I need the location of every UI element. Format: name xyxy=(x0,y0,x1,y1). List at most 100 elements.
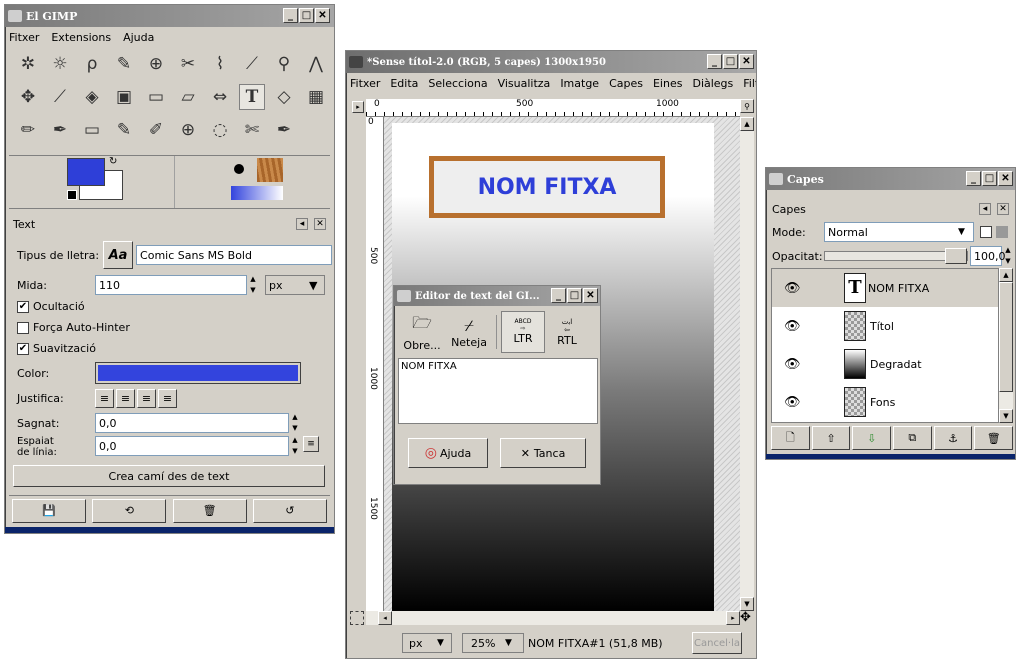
blend-tool-icon[interactable]: ▦ xyxy=(303,84,329,110)
brush-preview[interactable] xyxy=(234,164,244,174)
mode-select[interactable]: Normal ▼ xyxy=(824,222,974,242)
menu-selecciona[interactable]: Selecciona xyxy=(428,77,487,90)
text-tool-icon[interactable]: T xyxy=(239,84,265,110)
heal-tool-icon[interactable]: ✒ xyxy=(271,117,297,143)
quick-mask-icon[interactable] xyxy=(350,611,364,625)
layer-row[interactable]: 👁 T NOM FITXA xyxy=(772,269,998,307)
menu-ajuda[interactable]: Ajuda xyxy=(123,31,154,44)
navigate-icon[interactable]: ✥ xyxy=(740,611,754,625)
paintbrush-tool-icon[interactable]: ✒ xyxy=(47,117,73,143)
font-preview-button[interactable]: Aa xyxy=(103,241,134,269)
maximize-button[interactable]: □ xyxy=(723,54,738,69)
indent-spinner[interactable]: ▲ ▼ xyxy=(289,413,301,433)
eraser-tool-icon[interactable]: ▭ xyxy=(79,117,105,143)
unit-select[interactable]: px ▼ xyxy=(402,633,452,653)
shear-tool-icon[interactable]: ▱ xyxy=(175,84,201,110)
rotate-tool-icon[interactable]: ▣ xyxy=(111,84,137,110)
pencil-tool-icon[interactable]: ✏ xyxy=(15,117,41,143)
new-layer-icon[interactable]: 🗋 xyxy=(771,426,810,450)
menu-filtres[interactable]: Filt xyxy=(743,77,756,90)
color-select-tool-icon[interactable]: ⊕ xyxy=(143,51,169,77)
ink-tool-icon[interactable]: ✐ xyxy=(143,117,169,143)
smudge-tool-icon[interactable]: ◌ xyxy=(207,117,233,143)
spacing-field[interactable]: 0,0 xyxy=(95,436,289,456)
ltr-button[interactable]: ABCD ⇨ LTR xyxy=(501,311,545,353)
delete-icon[interactable]: 🗑 xyxy=(172,498,247,523)
pattern-preview[interactable] xyxy=(257,158,283,182)
font-field[interactable]: Comic Sans MS Bold xyxy=(136,245,333,265)
dodge-burn-tool-icon[interactable]: ✄ xyxy=(239,117,265,143)
minimize-button[interactable]: _ xyxy=(707,54,722,69)
panel-close-icon[interactable]: ✕ xyxy=(314,218,326,230)
justify-center-button[interactable]: ≡ xyxy=(137,389,156,408)
layer-row[interactable]: 👁 Fons xyxy=(772,383,998,421)
menu-visualitza[interactable]: Visualitza xyxy=(498,77,551,90)
ellipse-select-tool-icon[interactable]: ☼ xyxy=(47,51,73,77)
autohint-checkbox[interactable] xyxy=(17,321,29,334)
scissors-select-tool-icon[interactable]: ✂ xyxy=(175,51,201,77)
restore-icon[interactable]: ⟲ xyxy=(92,498,167,523)
justify-left-button[interactable]: ≡ xyxy=(95,389,114,408)
horizontal-scrollbar[interactable]: ◂ ▸ xyxy=(366,611,740,625)
eye-icon[interactable]: 👁 xyxy=(784,319,801,334)
foreground-select-tool-icon[interactable]: ⌇ xyxy=(207,51,233,77)
anchor-layer-icon[interactable]: ⚓ xyxy=(933,426,973,450)
layer-row[interactable]: 👁 Degradat xyxy=(772,345,998,383)
create-path-button[interactable]: Crea camí des de text xyxy=(13,465,325,487)
editor-text-area[interactable]: NOM FITXA xyxy=(398,358,598,424)
antialias-row[interactable]: ✔ Suavització xyxy=(17,342,96,355)
indent-field[interactable]: 0,0 xyxy=(95,413,289,433)
close-editor-button[interactable]: ✕ Tanca xyxy=(500,438,586,468)
rtl-button[interactable]: ﺍﺑﺕ ⇦ RTL xyxy=(545,318,589,347)
spacing-spinner[interactable]: ▲ ▼ xyxy=(289,436,301,456)
opacity-slider[interactable] xyxy=(824,248,968,264)
clone-tool-icon[interactable]: ⊕ xyxy=(175,117,201,143)
opacity-field[interactable]: 100,0 xyxy=(970,246,1006,266)
size-field[interactable]: 110 xyxy=(95,275,247,295)
minimize-button[interactable]: _ xyxy=(966,171,981,186)
eye-icon[interactable]: 👁 xyxy=(784,395,801,410)
paths-tool-icon[interactable]: ⟋ xyxy=(239,51,265,77)
layer-row[interactable]: 👁 Títol xyxy=(772,307,998,345)
hinting-checkbox[interactable]: ✔ xyxy=(17,300,29,313)
layers-scrollbar[interactable]: ▲ ▼ xyxy=(999,268,1013,423)
free-select-tool-icon[interactable]: ρ xyxy=(79,51,105,77)
cancel-button[interactable]: Cancel·la xyxy=(692,632,742,654)
layers-titlebar[interactable]: Capes _ □ ✕ xyxy=(766,168,1015,190)
crop-tool-icon[interactable]: ◈ xyxy=(79,84,105,110)
save-icon[interactable]: 💾 xyxy=(12,498,87,523)
move-tool-icon[interactable]: ✥ xyxy=(15,84,41,110)
measure-tool-icon[interactable]: ⋀ xyxy=(303,51,329,77)
panel-menu-icon[interactable]: ◂ xyxy=(979,203,991,215)
toolbox-titlebar[interactable]: El GIMP _ □ ✕ xyxy=(5,5,334,27)
rect-select-tool-icon[interactable]: ✲ xyxy=(15,51,41,77)
antialias-checkbox[interactable]: ✔ xyxy=(17,342,29,355)
lower-layer-icon[interactable]: ⇩ xyxy=(852,426,892,450)
spacing-chain-button[interactable]: ≡ xyxy=(303,436,319,452)
menu-imatge[interactable]: Imatge xyxy=(560,77,599,90)
open-button[interactable]: 🗁 Obre... xyxy=(398,312,446,352)
zoom-button[interactable]: ⚲ xyxy=(740,99,754,113)
eye-icon[interactable]: 👁 xyxy=(784,357,801,372)
menu-fitxer[interactable]: Fitxer xyxy=(9,31,39,44)
swap-colors-icon[interactable]: ↻ xyxy=(109,156,117,167)
menu-fitxer[interactable]: Fitxer xyxy=(350,77,380,90)
align-tool-icon[interactable]: ⟋ xyxy=(47,84,73,110)
unit-select[interactable]: px ▼ xyxy=(265,275,325,295)
flip-tool-icon[interactable]: ⇔ xyxy=(207,84,233,110)
help-button[interactable]: ◎ Ajuda xyxy=(408,438,488,468)
scale-tool-icon[interactable]: ▭ xyxy=(143,84,169,110)
panel-close-icon[interactable]: ✕ xyxy=(997,203,1009,215)
foreground-color-swatch[interactable] xyxy=(67,158,105,186)
delete-layer-icon[interactable]: 🗑 xyxy=(974,426,1014,450)
autohint-row[interactable]: Força Auto-Hinter xyxy=(17,321,130,334)
hinting-row[interactable]: ✔ Ocultació xyxy=(17,300,85,313)
raise-layer-icon[interactable]: ⇧ xyxy=(811,426,851,450)
close-button[interactable]: ✕ xyxy=(739,54,754,69)
eye-icon[interactable]: 👁 xyxy=(784,281,801,296)
lock-checkbox[interactable] xyxy=(980,226,992,238)
opacity-slider-handle[interactable] xyxy=(945,248,967,264)
clear-button[interactable]: ⌿ Neteja xyxy=(446,316,492,349)
maximize-button[interactable]: □ xyxy=(299,8,314,23)
justify-right-button[interactable]: ≡ xyxy=(116,389,135,408)
